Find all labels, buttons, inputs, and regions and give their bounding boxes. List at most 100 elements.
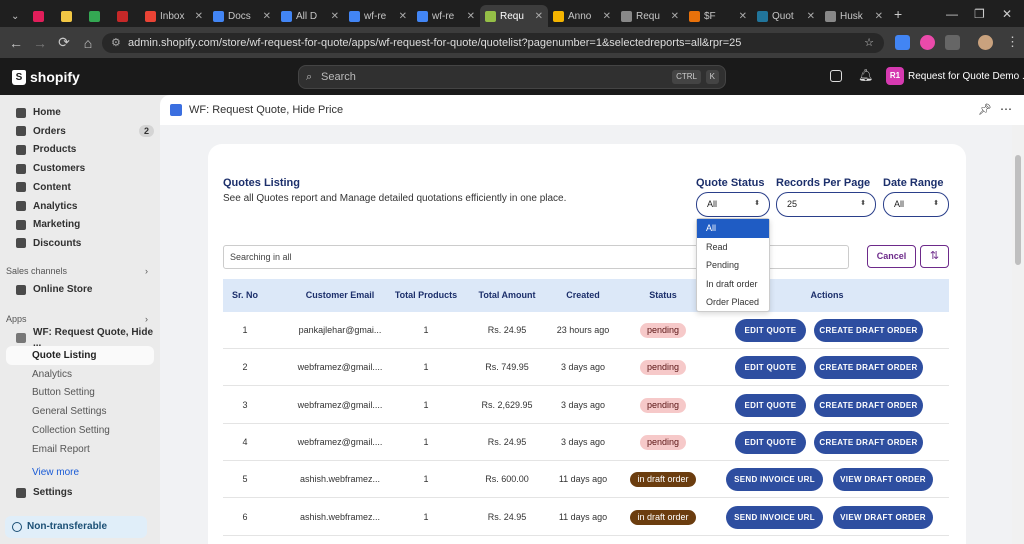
extensions-icon[interactable] [945,35,960,50]
new-tab-button[interactable]: + [894,6,902,22]
status-option[interactable]: Order Placed [697,293,769,312]
edit-quote-button[interactable]: EDIT QUOTE [735,356,806,380]
sidebar-item-analytics[interactable]: Analytics [6,197,154,216]
browser-tab[interactable]: Requ ✕ [480,5,548,27]
sidebar-item-settings[interactable]: Settings [6,483,154,502]
scrollbar-thumb[interactable] [1015,155,1021,265]
pinned-tab[interactable] [84,5,112,27]
date-range-select[interactable]: All ⬍ [883,192,949,217]
sidebar-item-products[interactable]: Products [6,140,154,159]
address-bar[interactable]: ⚙ admin.shopify.com/store/wf-request-for… [102,33,884,53]
home-icon[interactable]: ⌂ [76,35,100,51]
sidebar-item-online-store[interactable]: Online Store [6,280,154,299]
browser-tab[interactable]: $F ✕ [684,5,752,27]
admin-search-input[interactable]: ⌕ Search CTRL K [298,65,726,89]
apps-heading[interactable]: Apps › [6,314,154,324]
sidebar-subitem[interactable]: Button Setting [6,383,154,402]
close-tab-icon[interactable]: ✕ [734,11,747,22]
translate-extension-icon[interactable] [895,35,910,50]
pin-icon[interactable]: 📌︎ [978,103,992,116]
sidebar-subitem[interactable]: Analytics [6,365,154,384]
pinned-tab[interactable] [112,5,140,27]
create-draft-order-button[interactable]: CREATE DRAFT ORDER [814,356,923,380]
bookmark-star-icon[interactable]: ☆ [864,33,874,53]
close-tab-icon[interactable]: ✕ [598,11,611,22]
sidebar-subitem-label: Email Report [32,443,90,455]
close-icon[interactable]: ✕ [1002,7,1012,21]
close-tab-icon[interactable]: ✕ [258,11,271,22]
create-draft-order-button[interactable]: CREATE DRAFT ORDER [814,319,923,342]
edit-quote-button[interactable]: EDIT QUOTE [735,319,806,342]
cancel-button[interactable]: Cancel [867,245,916,268]
sidebar-item-app[interactable]: WF: Request Quote, Hide ... [6,327,154,349]
status-option[interactable]: Read [697,238,769,257]
records-per-page-select[interactable]: 25 ⬍ [776,192,876,217]
browser-tab[interactable]: Anno ✕ [548,5,616,27]
store-name[interactable]: Request for Quote Demo ... [908,71,1024,82]
tab-favicon-icon [553,10,564,22]
browser-tab[interactable]: Requ ✕ [616,5,684,27]
edit-quote-button[interactable]: EDIT QUOTE [735,430,806,454]
sidebar-item-marketing[interactable]: Marketing [6,215,154,234]
store-avatar[interactable]: R1 [886,67,904,85]
pinned-tab[interactable] [28,5,56,27]
color-extension-icon[interactable] [920,35,935,50]
view-more-link[interactable]: View more [6,463,154,482]
view-draft-order-button[interactable]: VIEW DRAFT ORDER [833,468,933,492]
profile-avatar[interactable] [978,35,993,50]
create-draft-order-button[interactable]: CREATE DRAFT ORDER [814,430,923,454]
sidebar-item-content[interactable]: Content [6,178,154,197]
browser-tab[interactable]: Docs ✕ [208,5,276,27]
sidebar-item-orders[interactable]: Orders 2 [6,122,154,141]
browser-tab[interactable]: Inbox ✕ [140,5,208,27]
more-actions-icon[interactable]: ⋯ [1000,102,1012,116]
status-option[interactable]: Pending [697,256,769,275]
scrollbar[interactable] [1012,125,1024,544]
maximize-icon[interactable]: ❐ [974,7,985,21]
close-tab-icon[interactable]: ✕ [870,11,883,22]
browser-menu-icon[interactable]: ⋮ [1006,34,1019,50]
close-tab-icon[interactable]: ✕ [802,11,815,22]
sort-button[interactable]: ⇅ [920,245,949,268]
non-transferable-banner[interactable]: Non-transferable [5,516,147,538]
view-draft-order-button[interactable]: VIEW DRAFT ORDER [833,505,933,529]
notification-bell-icon[interactable]: 🔔︎ [858,68,873,82]
close-tab-icon[interactable]: ✕ [530,11,543,22]
browser-tab[interactable]: Quot ✕ [752,5,820,27]
close-tab-icon[interactable]: ✕ [462,11,475,22]
reload-icon[interactable]: ⟳ [52,34,76,51]
minimize-icon[interactable]: — [946,7,958,21]
create-draft-order-button[interactable]: CREATE DRAFT ORDER [814,393,923,417]
quote-status-select[interactable]: All ⬍ [696,192,770,217]
close-tab-icon[interactable]: ✕ [666,11,679,22]
close-tab-icon[interactable]: ✕ [190,11,203,22]
status-option[interactable]: In draft order [697,275,769,294]
status-option[interactable]: All [697,219,769,238]
forward-icon[interactable]: → [28,35,52,51]
edit-quote-button[interactable]: EDIT QUOTE [735,393,806,417]
pinned-tab[interactable] [56,5,84,27]
sidekick-icon[interactable] [830,70,842,82]
sidebar-item-label: Settings [33,487,73,498]
tab-search-button[interactable]: ⌄ [6,5,28,27]
browser-tab[interactable]: wf-re ✕ [344,5,412,27]
browser-tab[interactable]: wf-re ✕ [412,5,480,27]
sidebar-subitem[interactable]: Collection Setting [6,421,154,440]
sidebar-item-customers[interactable]: Customers [6,159,154,178]
sidebar-subitem[interactable]: Quote Listing [6,346,154,365]
sidebar-item-discounts[interactable]: Discounts [6,234,154,253]
browser-tab[interactable]: All D ✕ [276,5,344,27]
send-invoice-url-button[interactable]: SEND INVOICE URL [726,468,823,492]
sidebar-subitem[interactable]: Email Report [6,440,154,459]
back-icon[interactable]: ← [4,35,28,51]
shopify-logo[interactable]: Sshopify [12,69,80,85]
browser-tab[interactable]: Husk ✕ [820,5,888,27]
close-tab-icon[interactable]: ✕ [326,11,339,22]
sales-channels-heading[interactable]: Sales channels › [6,266,154,276]
sidebar-subitem[interactable]: General Settings [6,402,154,421]
site-info-icon[interactable]: ⚙ [111,33,121,53]
send-invoice-url-button[interactable]: SEND INVOICE URL [726,505,823,529]
page-subtitle: See all Quotes report and Manage detaile… [223,193,567,204]
sidebar-item-home[interactable]: Home [6,103,154,122]
close-tab-icon[interactable]: ✕ [394,11,407,22]
